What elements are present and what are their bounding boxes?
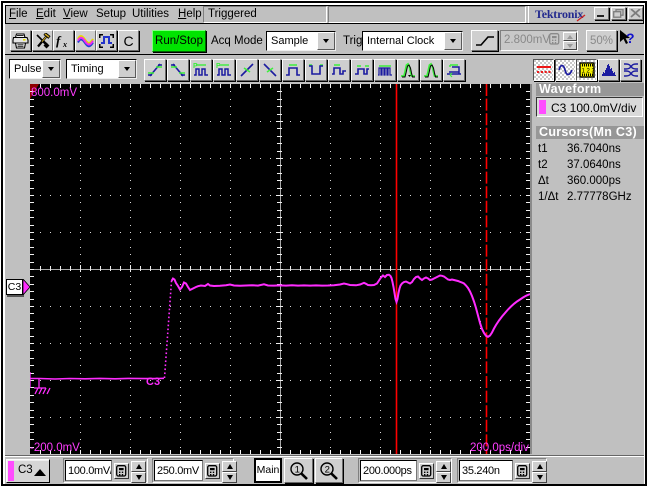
svg-text:f: f	[56, 33, 62, 48]
svg-text:2: 2	[325, 464, 330, 475]
svg-text:800.0mV: 800.0mV	[31, 87, 77, 99]
svg-text:1: 1	[294, 464, 299, 475]
svg-text:-200.0mV: -200.0mV	[30, 442, 80, 454]
svg-text:x: x	[62, 40, 67, 49]
svg-text:?: ?	[626, 30, 635, 46]
svg-text:200.0ps/div: 200.0ps/div	[470, 442, 529, 454]
svg-text:1 2 3: 1 2 3	[581, 69, 595, 75]
